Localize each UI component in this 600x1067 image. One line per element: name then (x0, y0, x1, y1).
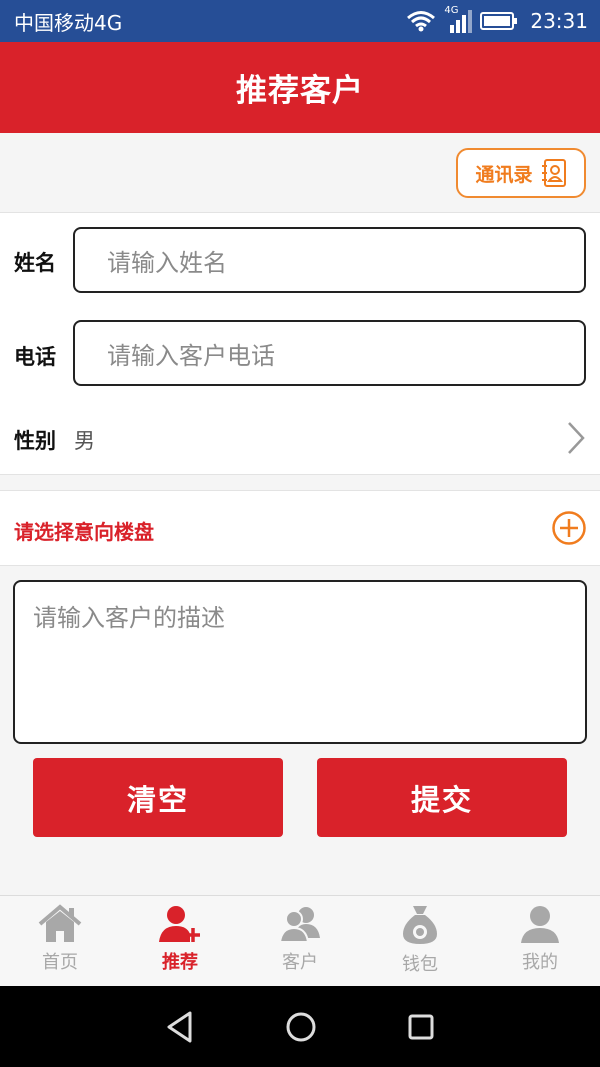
add-user-icon (159, 906, 200, 942)
tab-mine[interactable]: 我的 (480, 896, 600, 986)
bottom-tab-bar: 首页 推荐 客户 钱包 我的 (0, 895, 600, 986)
tab-recommend-label: 推荐 (162, 952, 198, 973)
description-textarea[interactable]: 请输入客户的描述 (13, 580, 587, 744)
gender-label: 性别 (14, 429, 56, 453)
wifi-icon (407, 11, 436, 32)
home-icon (38, 904, 82, 942)
tab-home-label: 首页 (42, 952, 78, 973)
status-bar: 中国移动4G 4G 23:31 (0, 0, 600, 42)
signal-icon: 4G (444, 5, 473, 33)
gender-value: 男 (74, 429, 95, 453)
property-select-label: 请选择意向楼盘 (14, 520, 154, 544)
tab-wallet[interactable]: 钱包 (360, 896, 480, 986)
phone-label: 电话 (14, 345, 56, 369)
name-row: 姓名 请输入姓名 (0, 212, 600, 307)
phone-placeholder: 请输入客户电话 (107, 341, 275, 370)
clear-button[interactable]: 清空 (33, 758, 283, 837)
money-bag-icon (403, 906, 437, 944)
app-bar: 推荐客户 (0, 42, 600, 133)
form-content: 通讯录 姓名 请输入姓名 电话 请输入客户电话 性别 男 请选择意向楼盘 请输入… (0, 133, 600, 895)
name-label: 姓名 (14, 251, 56, 275)
carrier-name: 中国移动4G (14, 10, 123, 35)
contacts-button[interactable]: 通讯录 (456, 148, 586, 198)
contact-book-icon (541, 159, 566, 187)
profile-icon (521, 906, 559, 943)
name-placeholder: 请输入姓名 (107, 248, 227, 277)
system-navigation-bar (0, 986, 600, 1067)
description-placeholder: 请输入客户的描述 (33, 604, 225, 632)
phone-input[interactable]: 请输入客户电话 (73, 320, 586, 386)
battery-icon (480, 12, 518, 30)
clock: 23:31 (530, 9, 588, 33)
tab-mine-label: 我的 (522, 952, 558, 973)
tab-wallet-label: 钱包 (402, 954, 438, 975)
page-title: 推荐客户 (236, 73, 364, 109)
tab-customers[interactable]: 客户 (240, 896, 360, 986)
home-circle-icon[interactable] (284, 1010, 318, 1044)
tab-customers-label: 客户 (282, 952, 318, 973)
chevron-right-icon (568, 422, 585, 454)
submit-button[interactable]: 提交 (317, 758, 567, 837)
phone-row: 电话 请输入客户电话 (0, 306, 600, 402)
add-circle-icon[interactable] (551, 510, 587, 546)
back-icon[interactable] (164, 1010, 196, 1044)
customers-icon (278, 907, 320, 943)
recents-icon[interactable] (406, 1012, 436, 1042)
tab-home[interactable]: 首页 (0, 896, 120, 986)
gender-row[interactable]: 性别 男 (0, 401, 600, 475)
property-select-row[interactable]: 请选择意向楼盘 (0, 490, 600, 566)
contacts-button-label: 通讯录 (475, 163, 533, 186)
tab-recommend[interactable]: 推荐 (120, 896, 240, 986)
name-input[interactable]: 请输入姓名 (73, 227, 586, 293)
